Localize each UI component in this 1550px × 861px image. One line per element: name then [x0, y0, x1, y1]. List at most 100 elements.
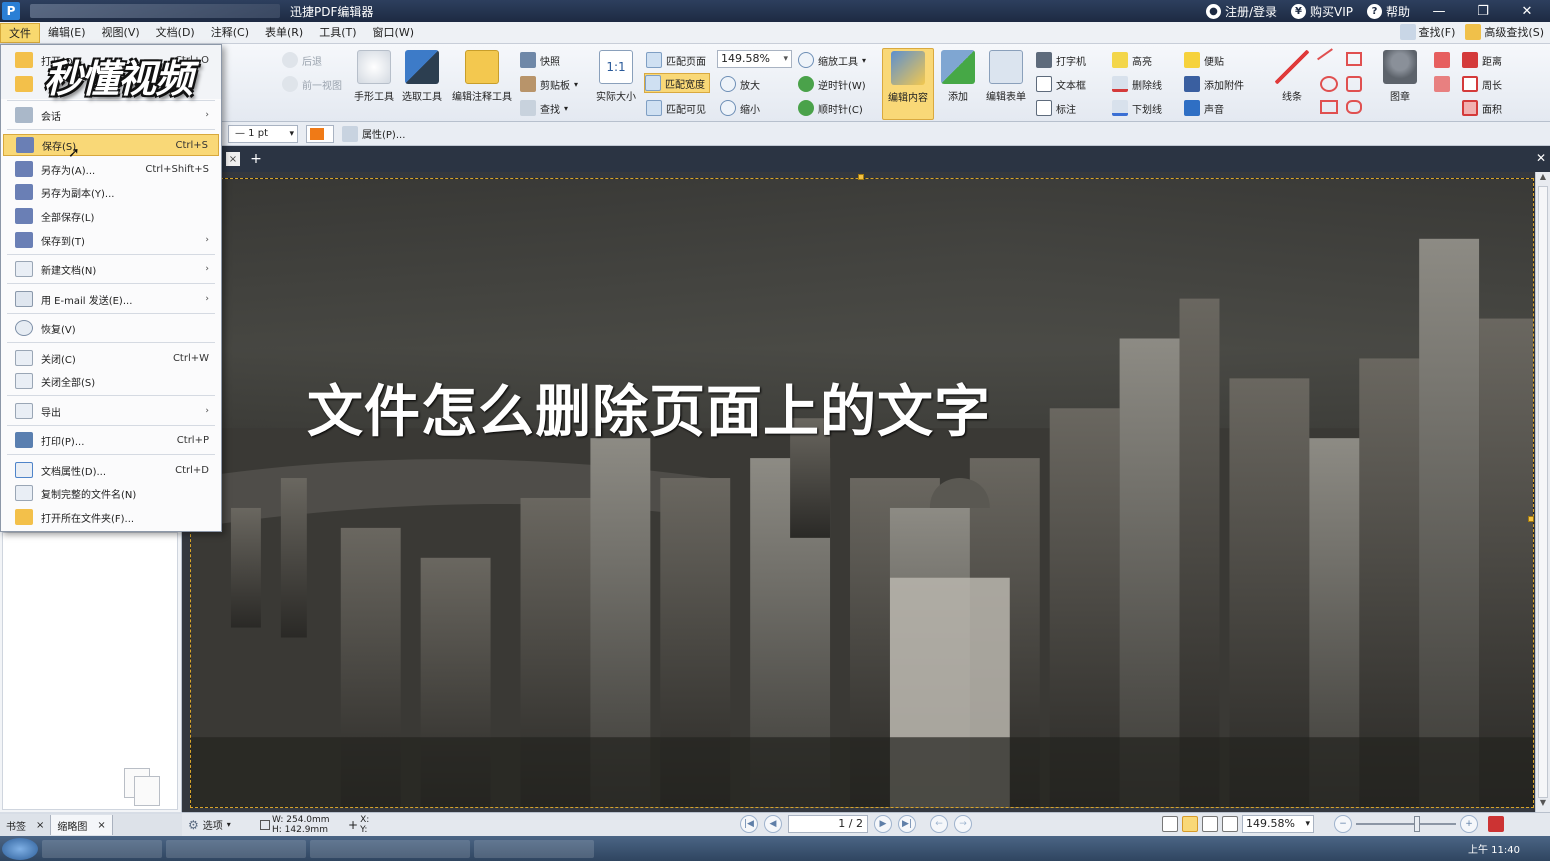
- menu-item-save-as[interactable]: 另存为(A)... Ctrl+Shift+S: [3, 158, 219, 180]
- menu-item-revert[interactable]: 恢复(V): [3, 317, 219, 339]
- sound-button[interactable]: 声音: [1184, 98, 1224, 118]
- tab-bookmarks[interactable]: 书签 ×: [0, 815, 52, 835]
- menu-item-save-to[interactable]: 保存到(T) ›: [3, 229, 219, 251]
- menu-edit[interactable]: 编辑(E): [40, 23, 94, 43]
- highlight-button[interactable]: 高亮: [1112, 50, 1152, 70]
- select-tool-button[interactable]: 选取工具: [396, 48, 448, 103]
- scroll-thumb[interactable]: [1538, 186, 1548, 798]
- fit-width-button[interactable]: 匹配宽度: [644, 73, 710, 93]
- menu-item-export[interactable]: 导出 ›: [3, 400, 219, 422]
- menu-form[interactable]: 表单(R): [257, 23, 311, 43]
- fit-page-button[interactable]: 匹配页面: [646, 50, 706, 70]
- status-zoom-select[interactable]: 149.58%: [1242, 815, 1314, 833]
- stamp-button[interactable]: 图章: [1374, 48, 1426, 103]
- taskbar-item[interactable]: [166, 839, 306, 858]
- account-button[interactable]: ● 注册/登录: [1205, 3, 1277, 20]
- vip-button[interactable]: ¥ 购买VIP: [1290, 3, 1353, 20]
- back-button[interactable]: 后退: [282, 50, 322, 70]
- menu-item-open-folder[interactable]: 打开所在文件夹(F)...: [3, 506, 219, 528]
- pencil-tool[interactable]: [1434, 50, 1450, 70]
- page-number-input[interactable]: 1 / 2: [788, 815, 868, 833]
- close-all-tabs-icon[interactable]: ✕: [1536, 151, 1546, 165]
- menu-item-new-document[interactable]: 新建文档(N) ›: [3, 258, 219, 280]
- menu-file[interactable]: 文件: [0, 22, 40, 43]
- restore-button[interactable]: ❐: [1468, 4, 1498, 19]
- add-button[interactable]: 添加: [932, 48, 984, 103]
- zoom-slider-thumb[interactable]: [1414, 816, 1420, 832]
- ellipse-shape-icon[interactable]: [1320, 76, 1338, 92]
- resize-handle-top[interactable]: [858, 174, 864, 180]
- eraser-tool[interactable]: [1434, 74, 1450, 94]
- resize-handle-right[interactable]: [1528, 516, 1534, 522]
- nav-forward-icon[interactable]: →: [954, 815, 972, 833]
- perimeter-button[interactable]: 周长: [1462, 74, 1502, 94]
- properties-button[interactable]: 属性(P)...: [342, 125, 405, 142]
- underline-button[interactable]: 下划线: [1112, 98, 1162, 118]
- taskbar-item[interactable]: [310, 839, 470, 858]
- file-name-tab[interactable]: [30, 4, 280, 18]
- last-page-icon[interactable]: ▶|: [898, 815, 916, 833]
- menu-window[interactable]: 窗口(W): [365, 23, 422, 43]
- close-window-button[interactable]: ✕: [1512, 4, 1542, 19]
- scroll-up-icon[interactable]: ▲: [1536, 172, 1550, 186]
- textbox-button[interactable]: 文本框: [1036, 74, 1086, 94]
- edit-content-button[interactable]: 编辑内容: [882, 48, 934, 120]
- line-tool-button[interactable]: 线条: [1266, 48, 1318, 103]
- single-page-icon[interactable]: [1162, 816, 1178, 832]
- advanced-find-button[interactable]: 高级查找(S): [1465, 24, 1544, 40]
- find-tool-button[interactable]: 查找 ▾: [520, 98, 568, 118]
- snapshot-button[interactable]: 快照: [520, 50, 560, 70]
- line-width-select[interactable]: — 1 pt: [228, 124, 298, 143]
- polygon-shape-icon[interactable]: [1346, 52, 1362, 66]
- menu-item-close-all[interactable]: 关闭全部(S): [3, 370, 219, 392]
- menu-item-email[interactable]: 用 E-mail 发送(E)... ›: [3, 288, 219, 310]
- area-button[interactable]: 面积: [1462, 98, 1502, 118]
- tab-thumbnails[interactable]: 缩略图 ×: [51, 815, 113, 835]
- add-tab-icon[interactable]: +: [248, 151, 264, 167]
- zoom-in-button[interactable]: 放大: [720, 74, 760, 94]
- rectangle-shape-icon[interactable]: [1320, 100, 1338, 114]
- zoom-slider[interactable]: [1356, 816, 1456, 832]
- prev-page-icon[interactable]: ◀: [764, 815, 782, 833]
- close-icon[interactable]: ×: [97, 820, 105, 831]
- page-headline-text[interactable]: 文件怎么删除页面上的文字: [307, 367, 991, 448]
- help-button[interactable]: ? 帮助: [1366, 3, 1410, 20]
- clipboard-button[interactable]: 剪贴板 ▾: [520, 74, 578, 94]
- nav-back-icon[interactable]: ←: [930, 815, 948, 833]
- pdf-icon[interactable]: [1488, 816, 1504, 832]
- note-button[interactable]: 便贴: [1184, 50, 1224, 70]
- menu-view[interactable]: 视图(V): [94, 23, 148, 43]
- vertical-scrollbar[interactable]: ▲ ▼: [1535, 172, 1550, 812]
- zoom-tool-button[interactable]: 缩放工具 ▾: [798, 50, 866, 70]
- arrow-shape-icon[interactable]: [1317, 48, 1341, 72]
- menu-comment[interactable]: 注释(C): [203, 23, 257, 43]
- line-color-select[interactable]: [306, 124, 334, 143]
- start-button[interactable]: [2, 837, 38, 860]
- close-icon[interactable]: ×: [36, 820, 44, 831]
- attach-button[interactable]: 添加附件: [1184, 74, 1244, 94]
- zoom-select[interactable]: 149.58%: [717, 50, 792, 68]
- taskbar-item[interactable]: [42, 839, 162, 858]
- menu-item-save-all[interactable]: 全部保存(L): [3, 205, 219, 227]
- strikeout-button[interactable]: 删除线: [1112, 74, 1162, 94]
- facing-pages-icon[interactable]: [1202, 816, 1218, 832]
- zoom-in-status-icon[interactable]: +: [1460, 815, 1478, 833]
- zoom-out-button[interactable]: 缩小: [720, 98, 760, 118]
- edit-annot-tool-button[interactable]: 编辑注释工具: [450, 48, 514, 103]
- hand-tool-button[interactable]: 手形工具: [348, 48, 400, 103]
- first-page-icon[interactable]: |◀: [740, 815, 758, 833]
- scroll-down-icon[interactable]: ▼: [1536, 798, 1550, 812]
- menu-document[interactable]: 文档(D): [148, 23, 203, 43]
- distance-button[interactable]: 距离: [1462, 50, 1502, 70]
- minimize-button[interactable]: —: [1424, 4, 1454, 19]
- edit-form-button[interactable]: 编辑表单: [980, 48, 1032, 103]
- taskbar-item[interactable]: [474, 839, 594, 858]
- menu-item-print[interactable]: 打印(P)... Ctrl+P: [3, 429, 219, 451]
- cloud-shape-icon[interactable]: [1346, 100, 1362, 114]
- pdf-page[interactable]: 文件怎么删除页面上的文字: [190, 178, 1534, 808]
- menu-item-session[interactable]: 会话 ›: [3, 104, 219, 126]
- rotate-cw-button[interactable]: 顺时针(C): [798, 98, 863, 118]
- pentagon-shape-icon[interactable]: [1346, 76, 1362, 92]
- menu-tools[interactable]: 工具(T): [311, 23, 364, 43]
- find-button[interactable]: 查找(F): [1399, 24, 1455, 40]
